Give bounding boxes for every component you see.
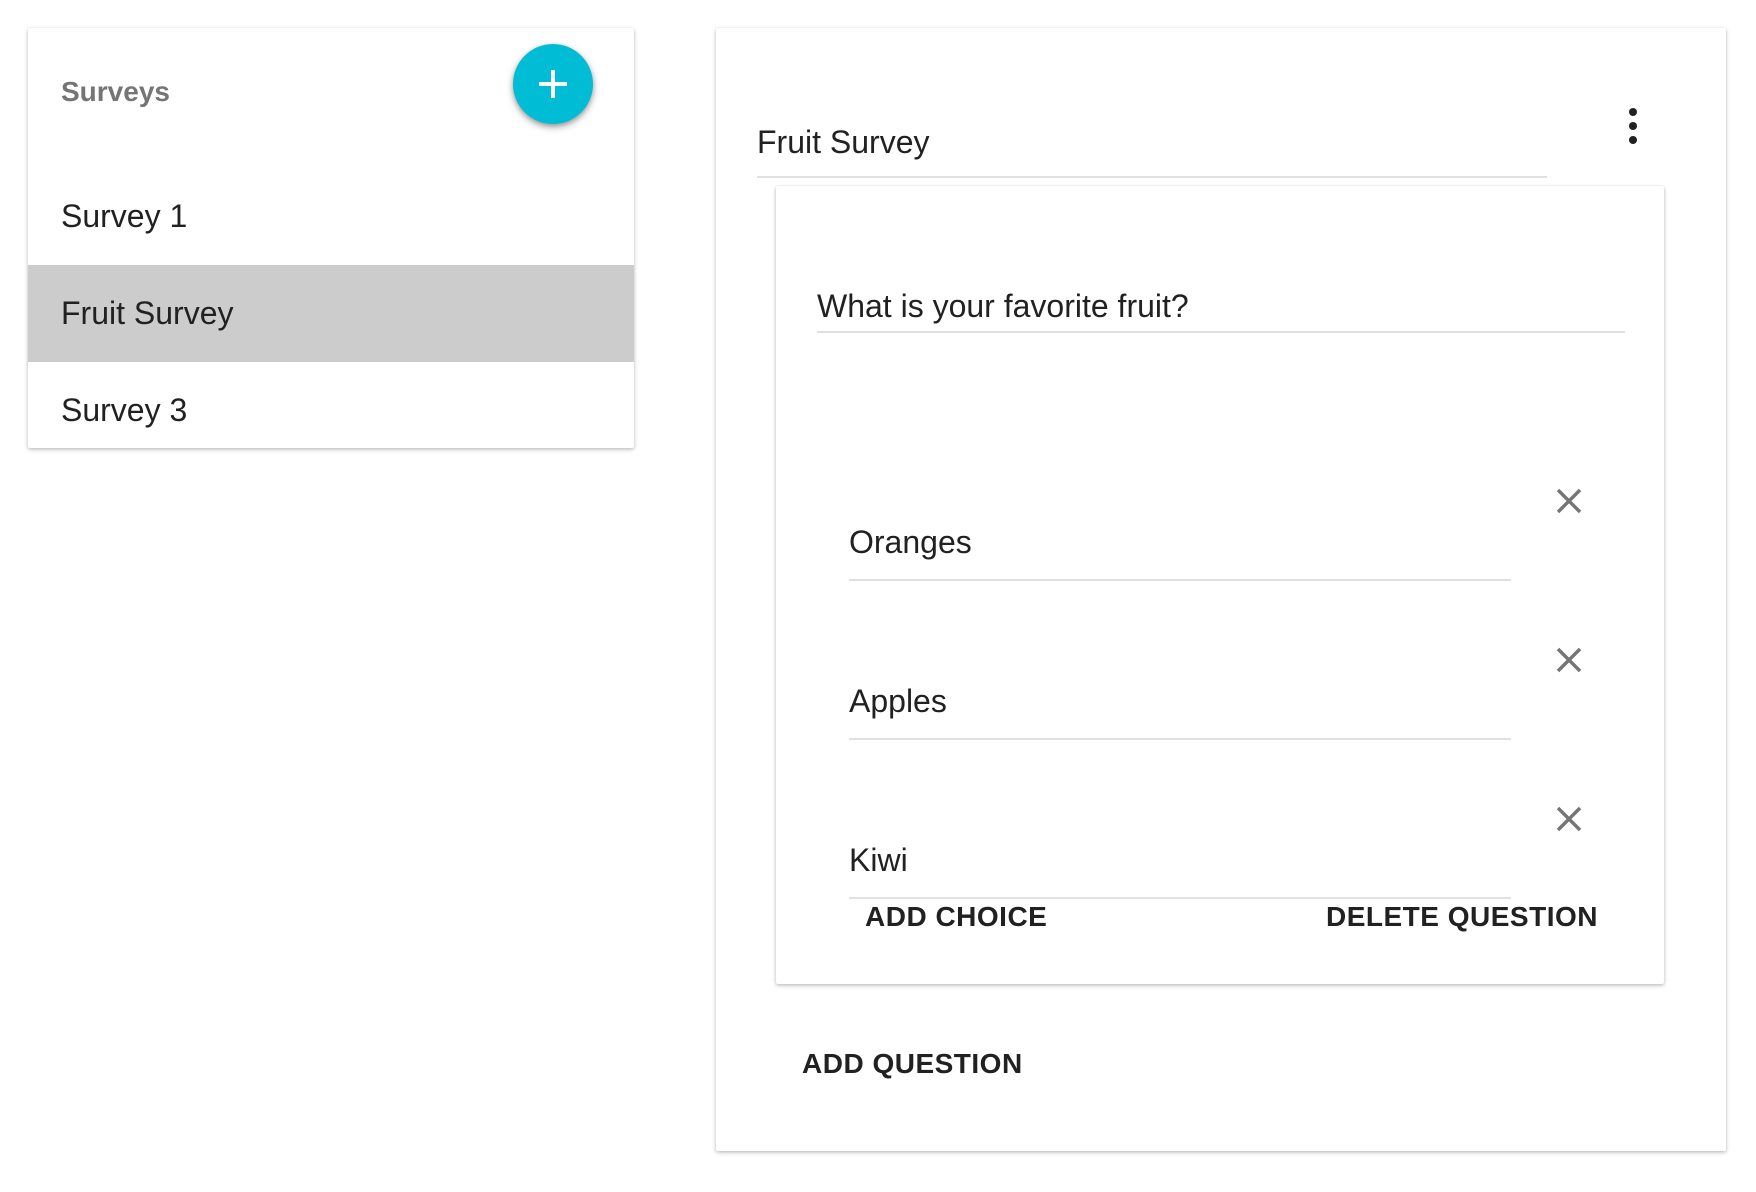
add-choice-button[interactable]: ADD CHOICE <box>849 895 1063 939</box>
choice-row: Oranges <box>849 461 1609 581</box>
survey-list-item-label: Survey 1 <box>61 198 188 234</box>
close-icon[interactable] <box>1549 481 1589 521</box>
question-text-value: What is your favorite fruit? <box>817 288 1189 324</box>
survey-list-item[interactable]: Survey 1 <box>28 168 634 265</box>
choice-value: Oranges <box>849 524 972 560</box>
survey-editor: Fruit Survey What is your favorite fruit… <box>716 28 1726 1151</box>
surveys-panel-header: Surveys <box>28 28 634 158</box>
add-question-button[interactable]: ADD QUESTION <box>786 1042 1039 1086</box>
survey-list-item-label: Survey 3 <box>61 392 188 428</box>
survey-list-item-selected[interactable]: Fruit Survey <box>28 265 634 362</box>
choice-input[interactable]: Kiwi <box>849 779 1511 899</box>
surveys-panel: Surveys Survey 1 Fruit Survey Survey 3 <box>28 28 634 448</box>
close-icon[interactable] <box>1549 799 1589 839</box>
choice-row: Apples <box>849 620 1609 740</box>
close-icon[interactable] <box>1549 640 1589 680</box>
choice-input[interactable]: Oranges <box>849 461 1511 581</box>
survey-title-input[interactable]: Fruit Survey <box>757 96 1547 178</box>
survey-list: Survey 1 Fruit Survey Survey 3 <box>28 168 634 459</box>
survey-list-item-label: Fruit Survey <box>61 295 234 331</box>
choice-value: Kiwi <box>849 842 908 878</box>
add-survey-button[interactable] <box>513 44 593 124</box>
question-text-input[interactable]: What is your favorite fruit? <box>817 246 1625 333</box>
survey-title-value: Fruit Survey <box>757 124 930 160</box>
choice-input[interactable]: Apples <box>849 620 1511 740</box>
choice-value: Apples <box>849 683 947 719</box>
more-options-button[interactable] <box>1609 96 1657 156</box>
choice-row: Kiwi <box>849 779 1609 899</box>
question-card: What is your favorite fruit? Oranges App… <box>776 186 1664 984</box>
surveys-panel-title: Surveys <box>61 76 170 107</box>
survey-list-item[interactable]: Survey 3 <box>28 362 634 459</box>
delete-question-button[interactable]: DELETE QUESTION <box>1310 895 1614 939</box>
